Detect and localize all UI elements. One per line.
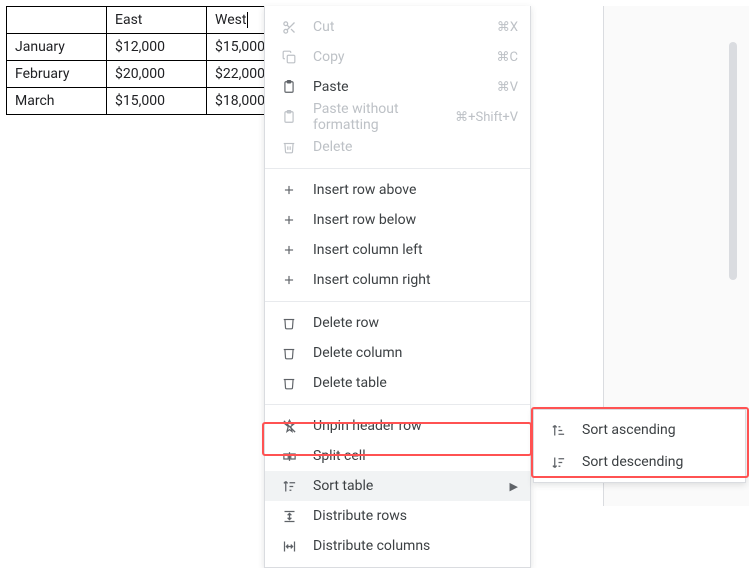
shortcut: ⌘V	[497, 80, 518, 95]
shortcut: ⌘C	[497, 50, 518, 65]
sort-submenu: Sort ascending Sort descending	[533, 409, 746, 483]
table-row: March $15,000 $18,000	[7, 88, 307, 115]
text-cursor	[247, 12, 248, 28]
distribute-rows-icon	[279, 509, 299, 524]
data-table[interactable]: East West January $12,000 $15,000 Februa…	[6, 6, 307, 115]
trash-icon	[279, 346, 299, 360]
menu-label: Delete column	[313, 345, 518, 361]
shortcut: ⌘X	[497, 20, 518, 35]
plus-icon	[279, 213, 299, 227]
cell[interactable]: $15,000	[107, 88, 207, 115]
plus-icon	[279, 183, 299, 197]
table-row: February $20,000 $22,000	[7, 61, 307, 88]
menu-label: Insert column left	[313, 242, 518, 258]
menu-copy[interactable]: Copy ⌘C	[265, 42, 530, 72]
menu-label: Insert row below	[313, 212, 518, 228]
menu-label: Delete row	[313, 315, 518, 331]
menu-label: Delete table	[313, 375, 518, 391]
menu-delete-row[interactable]: Delete row	[265, 308, 530, 338]
trash-icon	[279, 140, 299, 154]
menu-label: Unpin header row	[313, 418, 518, 434]
menu-delete-column[interactable]: Delete column	[265, 338, 530, 368]
table-header-east[interactable]: East	[107, 7, 207, 34]
menu-label: Paste	[313, 79, 497, 95]
clipboard-icon	[279, 80, 299, 94]
cell[interactable]: $20,000	[107, 61, 207, 88]
table-row: January $12,000 $15,000	[7, 34, 307, 61]
menu-delete-table[interactable]: Delete table	[265, 368, 530, 398]
menu-separator	[265, 301, 530, 302]
plus-icon	[279, 243, 299, 257]
distribute-columns-icon	[279, 539, 299, 554]
menu-split-cell[interactable]: Split cell	[265, 441, 530, 471]
menu-label: Paste without formatting	[313, 101, 455, 133]
menu-separator	[265, 168, 530, 169]
menu-insert-row-above[interactable]: Insert row above	[265, 175, 530, 205]
menu-sort-table[interactable]: Sort table ▶	[265, 471, 530, 501]
menu-label: Distribute rows	[313, 508, 518, 524]
plus-icon	[279, 273, 299, 287]
sort-icon	[279, 479, 299, 494]
menu-separator	[265, 404, 530, 405]
menu-label: Insert column right	[313, 272, 518, 288]
table-header-row: East West	[7, 7, 307, 34]
copy-icon	[279, 50, 299, 64]
row-label[interactable]: January	[7, 34, 107, 61]
scrollbar-thumb[interactable]	[729, 42, 737, 280]
clipboard-plain-icon	[279, 110, 299, 124]
menu-cut[interactable]: Cut ⌘X	[265, 12, 530, 42]
menu-label: Distribute columns	[313, 538, 518, 554]
menu-label: Sort descending	[582, 454, 733, 470]
menu-label: Cut	[313, 19, 497, 35]
split-cell-icon	[279, 449, 299, 464]
menu-insert-row-below[interactable]: Insert row below	[265, 205, 530, 235]
submenu-sort-descending[interactable]: Sort descending	[534, 446, 745, 478]
trash-icon	[279, 376, 299, 390]
menu-unpin-header-row[interactable]: Unpin header row	[265, 411, 530, 441]
sort-descending-icon	[548, 455, 568, 470]
menu-label: Delete	[313, 139, 518, 155]
menu-distribute-rows[interactable]: Distribute rows	[265, 501, 530, 531]
table-header-blank[interactable]	[7, 7, 107, 34]
context-menu: Cut ⌘X Copy ⌘C Paste ⌘V Paste without fo…	[264, 6, 531, 568]
menu-delete[interactable]: Delete	[265, 132, 530, 162]
row-label[interactable]: March	[7, 88, 107, 115]
menu-paste-without-formatting[interactable]: Paste without formatting ⌘+Shift+V	[265, 102, 530, 132]
menu-label: Copy	[313, 49, 497, 65]
menu-label: Sort ascending	[582, 422, 733, 438]
menu-insert-column-right[interactable]: Insert column right	[265, 265, 530, 295]
menu-paste[interactable]: Paste ⌘V	[265, 72, 530, 102]
submenu-sort-ascending[interactable]: Sort ascending	[534, 414, 745, 446]
menu-distribute-columns[interactable]: Distribute columns	[265, 531, 530, 561]
menu-label: Split cell	[313, 448, 518, 464]
scissors-icon	[279, 20, 299, 35]
row-label[interactable]: February	[7, 61, 107, 88]
shortcut: ⌘+Shift+V	[455, 110, 518, 125]
menu-label: Sort table	[313, 478, 502, 494]
sort-ascending-icon	[548, 423, 568, 438]
cell[interactable]: $12,000	[107, 34, 207, 61]
menu-insert-column-left[interactable]: Insert column left	[265, 235, 530, 265]
submenu-arrow-icon: ▶	[510, 480, 518, 493]
trash-icon	[279, 316, 299, 330]
unpin-icon	[279, 419, 299, 434]
menu-label: Insert row above	[313, 182, 518, 198]
